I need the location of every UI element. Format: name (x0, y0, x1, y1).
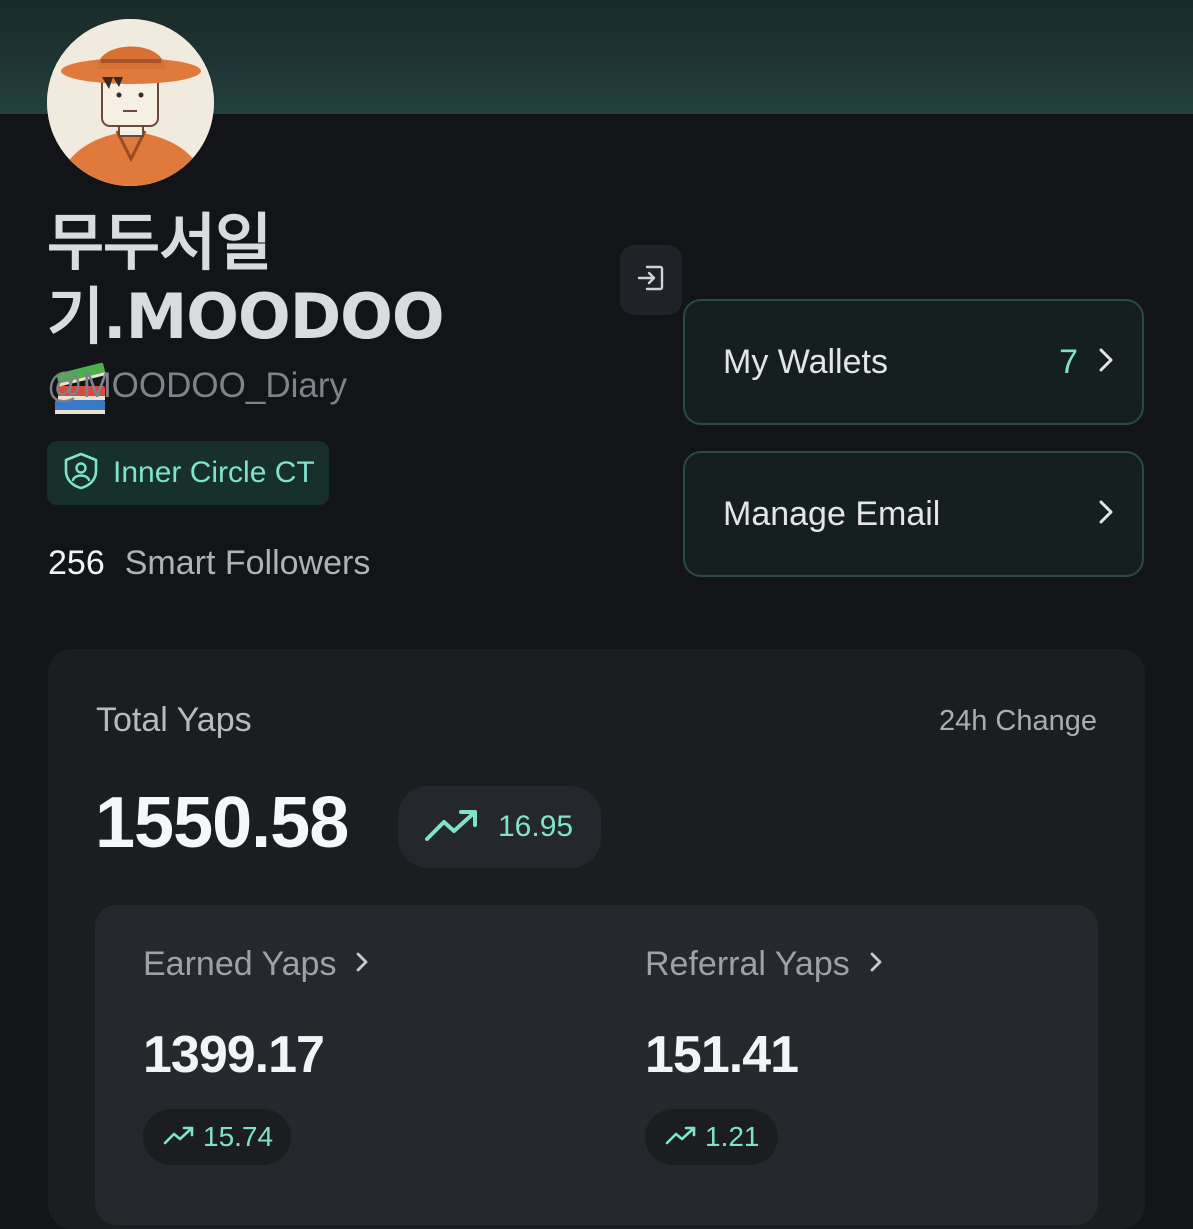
total-change-pill: 16.95 (398, 786, 601, 868)
referral-yaps-link[interactable]: Referral Yaps (645, 945, 884, 984)
total-change-value: 16.95 (498, 810, 574, 843)
manage-email-button[interactable]: Manage Email (683, 451, 1144, 577)
total-yaps-title: Total Yaps (96, 701, 252, 739)
earned-change-pill: 15.74 (143, 1109, 292, 1165)
smart-followers[interactable]: 256 Smart Followers (48, 544, 370, 583)
trending-up-icon (163, 1124, 195, 1151)
trending-up-icon (424, 807, 480, 848)
chevron-right-icon (868, 945, 884, 984)
my-wallets-label: My Wallets (723, 342, 888, 381)
logout-button[interactable] (620, 245, 682, 315)
earned-yaps-link[interactable]: Earned Yaps (143, 945, 370, 984)
logout-icon (636, 263, 666, 298)
earned-yaps-value: 1399.17 (143, 1026, 325, 1084)
earned-change-value: 15.74 (203, 1121, 274, 1152)
my-wallets-button[interactable]: My Wallets 7 (683, 299, 1144, 425)
manage-email-label: Manage Email (723, 494, 941, 533)
badge-label: Inner Circle CT (113, 456, 315, 489)
earned-yaps-label: Earned Yaps (143, 945, 337, 983)
chevron-right-icon (1096, 345, 1116, 380)
change-24h-label: 24h Change (938, 705, 1097, 737)
avatar[interactable] (47, 19, 214, 186)
shield-user-icon (63, 452, 99, 495)
total-yaps-value: 1550.58 (95, 783, 349, 863)
profile-name-line-2: 기.MOODOO (47, 280, 445, 353)
chevron-right-icon (354, 945, 370, 984)
chevron-right-icon (1096, 497, 1116, 532)
referral-change-value: 1.21 (705, 1121, 760, 1152)
wallets-count: 7 (1059, 342, 1078, 381)
followers-count: 256 (48, 544, 105, 582)
profile-handle: @MOODOO_Diary (47, 366, 347, 405)
yaps-breakdown: Earned Yaps 1399.17 15.74 Referral Yaps … (95, 905, 1098, 1225)
trending-up-icon (665, 1124, 697, 1151)
referral-change-pill: 1.21 (645, 1109, 778, 1165)
yaps-panel: Total Yaps 24h Change 1550.58 16.95 Earn… (48, 649, 1145, 1229)
profile-name-line-1: 무두서일 (47, 206, 272, 279)
referral-yaps-label: Referral Yaps (645, 945, 850, 983)
referral-yaps-value: 151.41 (645, 1026, 799, 1084)
inner-circle-badge: Inner Circle CT (47, 441, 329, 505)
followers-label: Smart Followers (124, 544, 371, 582)
